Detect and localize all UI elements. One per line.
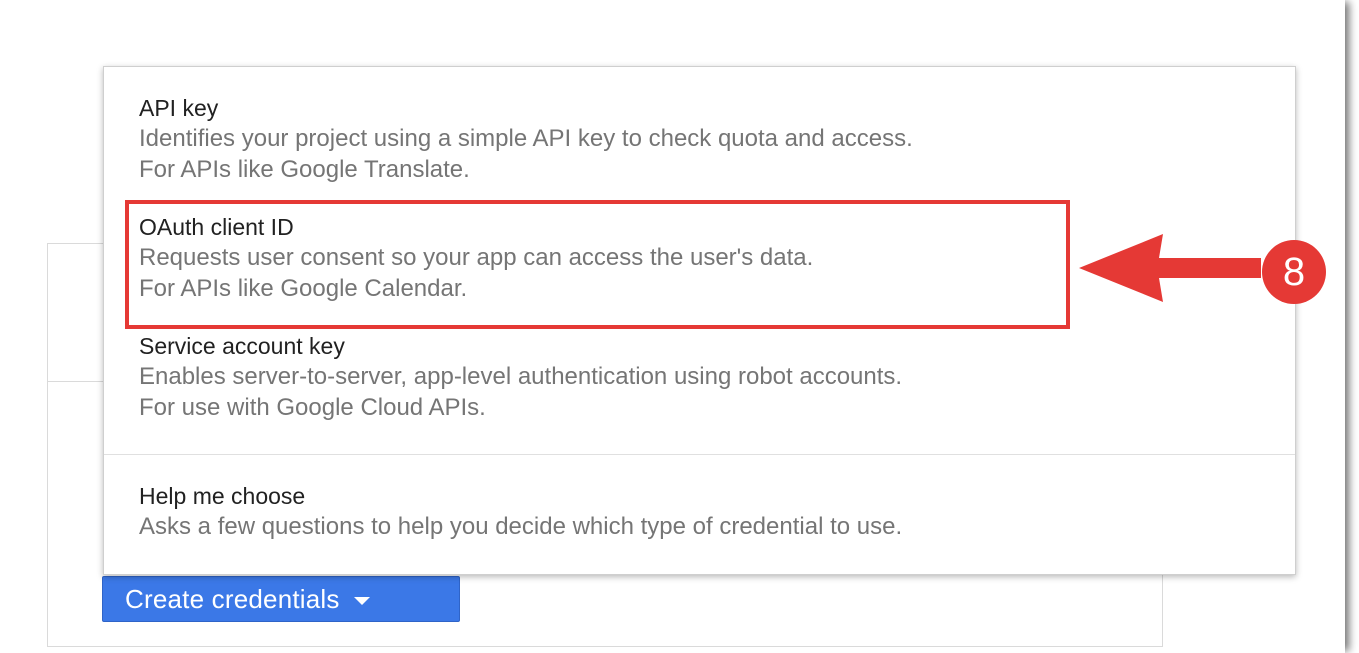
arrow-left-icon	[1079, 234, 1261, 302]
caret-down-icon	[353, 597, 370, 605]
menu-divider	[104, 454, 1295, 455]
menu-item-desc: Identifies your project using a simple A…	[139, 125, 913, 152]
menu-item-help-me-choose[interactable]: Help me choose Asks a few questions to h…	[104, 481, 1295, 542]
credentials-dropdown-menu: API key Identifies your project using a …	[103, 66, 1296, 575]
menu-item-api-key[interactable]: API key Identifies your project using a …	[104, 93, 1295, 185]
create-credentials-button[interactable]: Create credentials	[102, 576, 460, 622]
menu-item-desc: For APIs like Google Translate.	[139, 156, 470, 183]
menu-item-title: API key	[139, 95, 219, 121]
menu-item-title: Help me choose	[139, 483, 306, 509]
menu-item-title: Service account key	[139, 333, 345, 359]
step-number-badge: 8	[1262, 240, 1326, 304]
create-credentials-label: Create credentials	[125, 583, 340, 614]
menu-item-service-account-key[interactable]: Service account key Enables server-to-se…	[104, 331, 1295, 423]
menu-item-desc: Asks a few questions to help you decide …	[139, 513, 903, 540]
menu-item-desc: Enables server-to-server, app-level auth…	[139, 363, 903, 390]
menu-item-desc: For use with Google Cloud APIs.	[139, 394, 486, 421]
